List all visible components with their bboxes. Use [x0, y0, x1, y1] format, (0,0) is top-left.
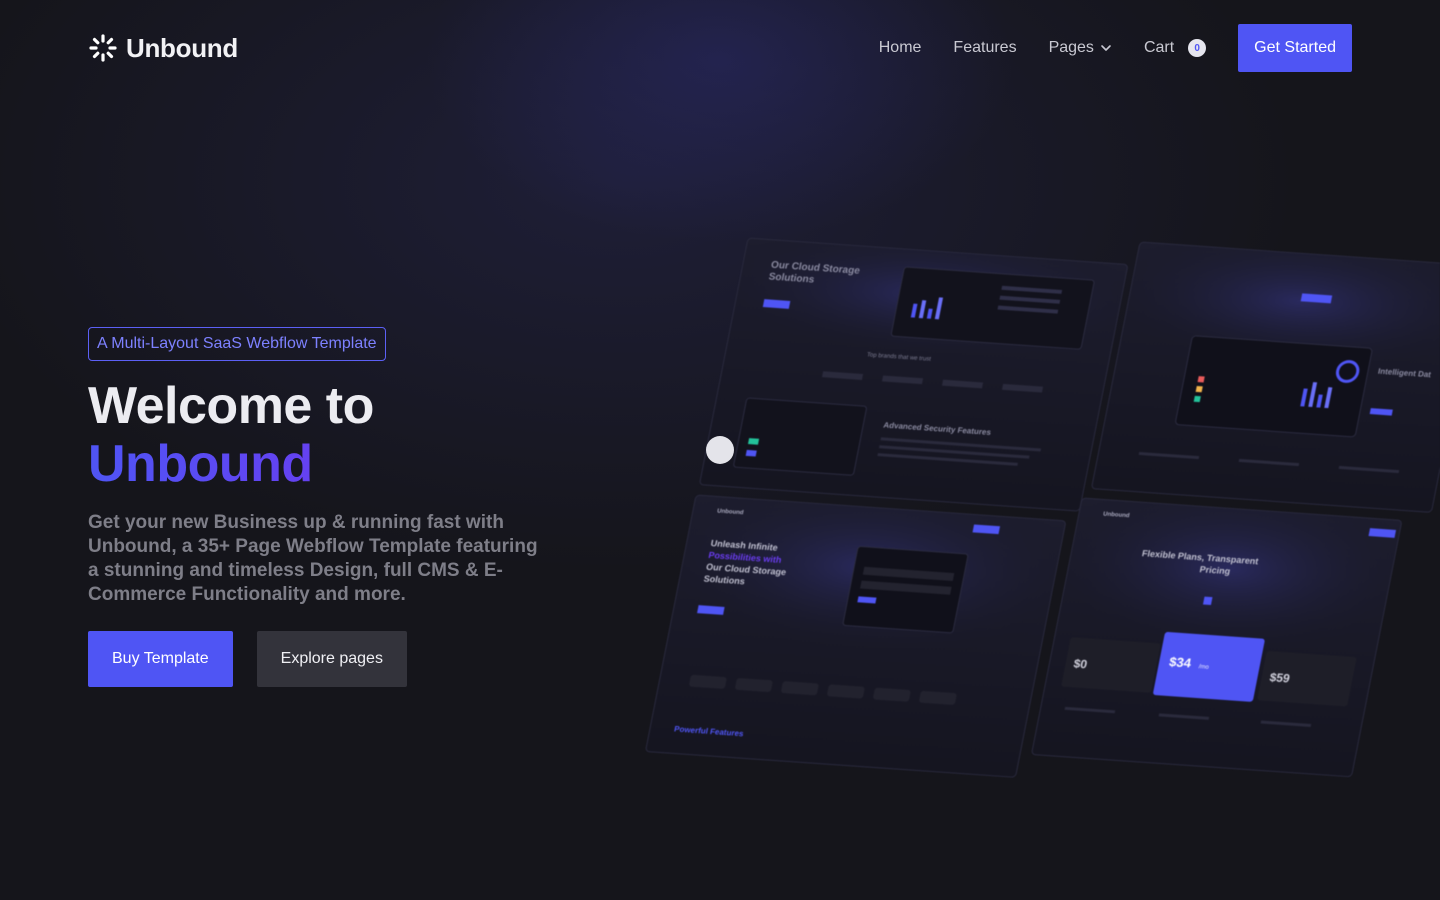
hero-tagline-badge: A Multi-Layout SaaS Webflow Template [88, 327, 386, 361]
buy-template-button[interactable]: Buy Template [88, 631, 233, 687]
nav-link-cart-label: Cart [1143, 39, 1175, 56]
shot4-price2: $34 [1168, 654, 1193, 670]
mockup-screenshot-4: Unbound Flexible Plans, Transparent Pric… [1031, 497, 1402, 778]
brand-name: Unbound [126, 32, 238, 63]
template-screenshots: Our Cloud Storage Solutions Top brands t… [645, 237, 1440, 778]
nav-link-home[interactable]: Home [879, 39, 922, 57]
nav-links: Home Features Pages Cart 0 [879, 39, 1207, 57]
landing-page: Unbound Home Features Pages Cart 0 Get S… [0, 0, 1440, 900]
hero-title: Welcome to Unbound [88, 377, 558, 493]
chevron-down-icon [1101, 45, 1111, 51]
nav-link-features[interactable]: Features [953, 39, 1016, 57]
shot4-price2-unit: /mo [1198, 664, 1210, 671]
template-preview-collage: Our Cloud Storage Solutions Top brands t… [600, 220, 1440, 820]
mockup-screenshot-1: Our Cloud Storage Solutions Top brands t… [699, 237, 1128, 512]
nav-link-cart[interactable]: Cart 0 [1143, 39, 1207, 57]
get-started-button[interactable]: Get Started [1238, 24, 1352, 72]
hero-title-line1: Welcome to [88, 377, 374, 435]
hero-description: Get your new Business up & running fast … [88, 512, 538, 605]
shot4-head-b: Pricing [1199, 564, 1231, 576]
nav-link-pages-dropdown[interactable]: Pages [1049, 39, 1112, 57]
sparkle-logo-icon [89, 34, 117, 62]
hero-section: A Multi-Layout SaaS Webflow Template Wel… [88, 327, 558, 687]
cursor-indicator-dot [706, 436, 734, 464]
nav-link-features-label: Features [953, 39, 1017, 56]
explore-pages-button[interactable]: Explore pages [256, 631, 407, 687]
hero-cta-group: Buy Template Explore pages [88, 631, 558, 687]
nav-link-pages-label: Pages [1048, 39, 1094, 56]
top-navbar: Unbound Home Features Pages Cart 0 Get S… [88, 24, 1352, 72]
brand-logo[interactable]: Unbound [88, 33, 238, 64]
shot4-price3: $59 [1268, 670, 1291, 685]
nav-link-home-label: Home [878, 39, 922, 56]
hero-title-accent: Unbound [88, 435, 558, 493]
mockup-screenshot-2: Intelligent Dat [1091, 241, 1440, 513]
mockup-screenshot-3: Unbound Unleash Infinite Possibilities w… [645, 494, 1066, 778]
cart-count-badge: 0 [1188, 39, 1207, 57]
